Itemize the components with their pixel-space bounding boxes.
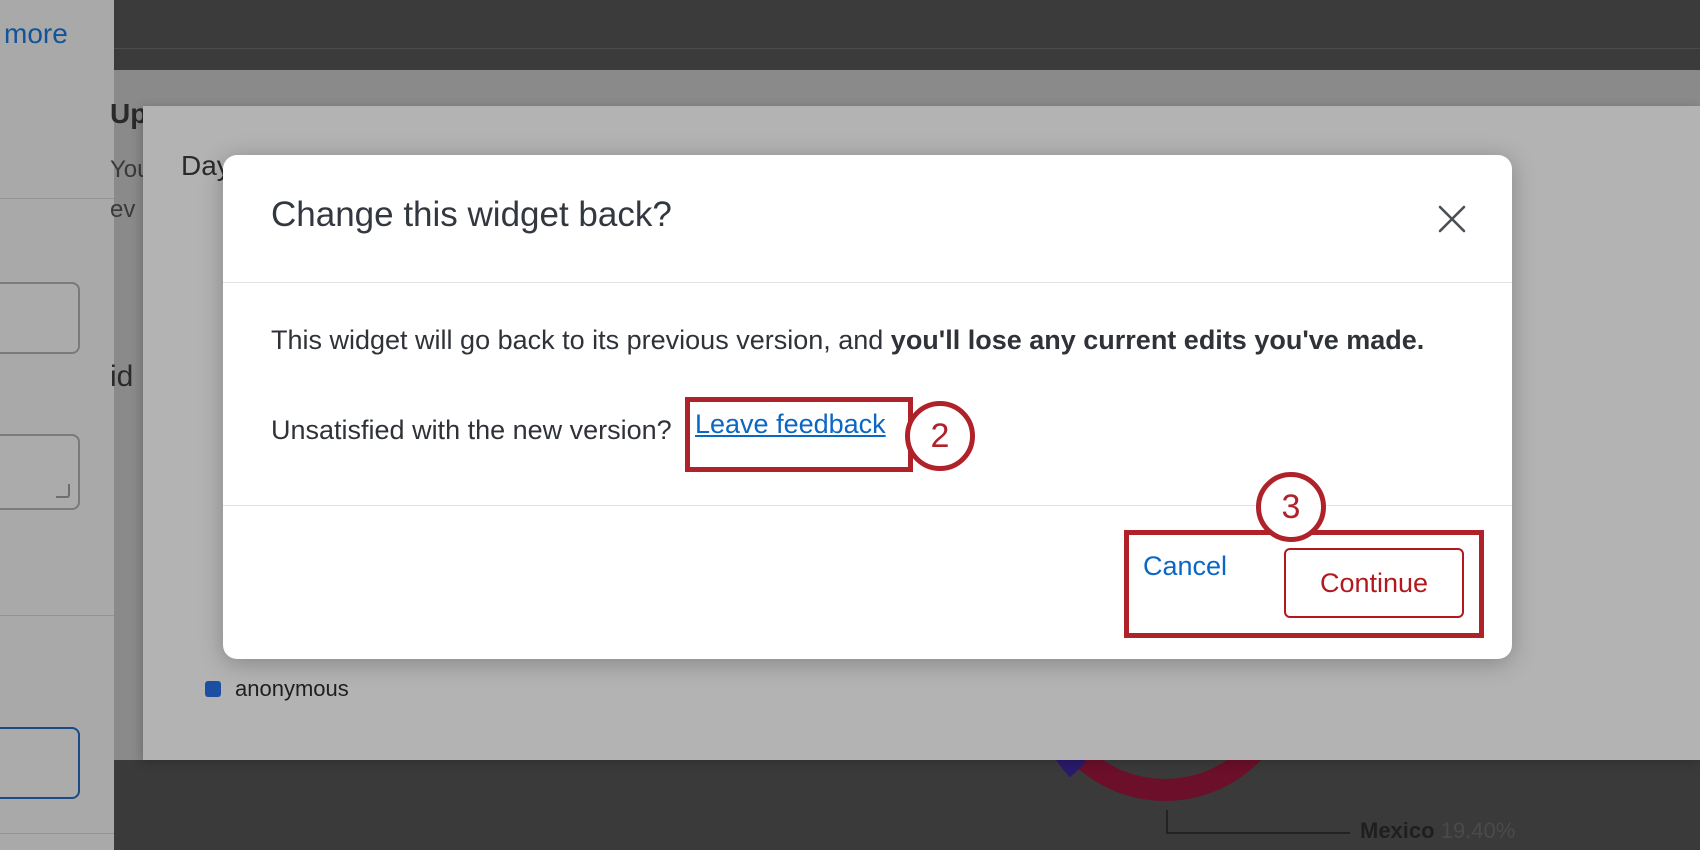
cancel-button[interactable]: Cancel [1143, 551, 1227, 582]
close-icon [1438, 205, 1466, 233]
callout-number-3: 3 [1256, 472, 1326, 542]
dialog-title: Change this widget back? [271, 195, 672, 234]
dialog-body: This widget will go back to its previous… [271, 325, 1481, 445]
label-leader-line [1166, 810, 1350, 834]
close-button[interactable] [1434, 201, 1470, 237]
chart-data-label: Mexico 19.40% [1360, 818, 1515, 844]
data-label-country: Mexico [1360, 818, 1435, 843]
left-panel-active-input[interactable] [0, 727, 80, 799]
top-bar [114, 0, 1700, 72]
bg-text-fragment: id [110, 360, 134, 393]
show-more-link[interactable]: more [4, 18, 68, 50]
bg-text-fragment: ev [110, 196, 136, 223]
change-widget-back-dialog: Change this widget back? This widget wil… [223, 155, 1512, 659]
bg-heading-fragment: Up [110, 98, 148, 129]
dialog-message-warning: you'll lose any current edits you've mad… [890, 325, 1425, 355]
dialog-header: Change this widget back? [223, 155, 1512, 283]
legend-swatch [205, 681, 221, 697]
divider [0, 615, 114, 616]
feedback-prompt: Unsatisfied with the new version? [271, 415, 672, 445]
continue-button[interactable]: Continue [1284, 548, 1464, 618]
divider [0, 833, 114, 834]
data-label-percent: 19.40% [1440, 818, 1516, 843]
resize-handle-icon[interactable] [56, 484, 70, 498]
divider [0, 198, 114, 199]
callout-number-2: 2 [905, 401, 975, 471]
left-panel-input[interactable] [0, 282, 80, 354]
legend-label: anonymous [235, 676, 349, 701]
chart-legend: anonymous [205, 676, 349, 702]
leave-feedback-link[interactable]: Leave feedback [695, 409, 886, 440]
dialog-message: This widget will go back to its previous… [271, 325, 1481, 356]
left-panel-textarea[interactable] [0, 434, 80, 510]
dialog-message-text: This widget will go back to its previous… [271, 325, 891, 355]
left-panel: more [0, 0, 115, 850]
